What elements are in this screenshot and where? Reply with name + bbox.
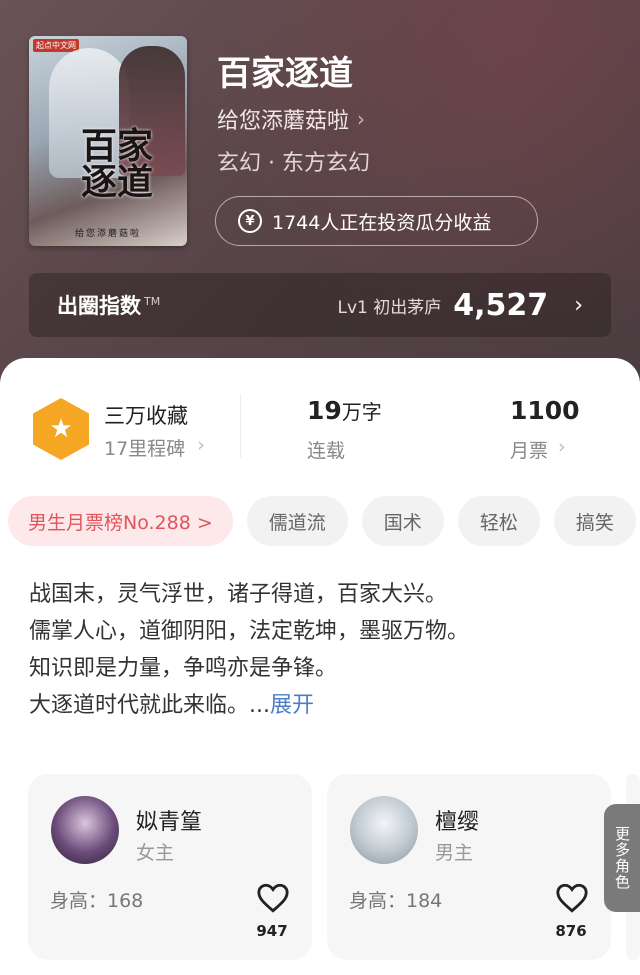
chevron-right-icon: ›: [197, 434, 205, 456]
heart-icon[interactable]: [256, 882, 290, 914]
circle-index-level: Lv1 初出茅庐: [337, 297, 442, 318]
book-description: 战国末，灵气浮世，诸子得道，百家大兴。 儒掌人心，道御阴阳，法定乾坤，墨驱万物。…: [29, 576, 619, 724]
book-cover[interactable]: 起点中文网 百家逐道 给您添蘑菇啦: [29, 36, 187, 246]
author-name: 给您添蘑菇啦: [217, 109, 350, 134]
book-info-sheet: ★ 三万收藏 17里程碑 › 19万字 连载 1100 月票 › 男生月票榜No…: [0, 358, 640, 975]
book-genre: 玄幻 · 东方玄幻: [217, 151, 370, 176]
description-line: 战国末，灵气浮世，诸子得道，百家大兴。: [29, 582, 448, 607]
character-avatar: [350, 796, 418, 864]
character-name: 姒青篁: [136, 810, 203, 835]
character-likes: 876: [555, 922, 587, 940]
circle-index-label: 出圈指数 TM: [57, 294, 161, 318]
cover-author-text: 给您添蘑菇啦: [75, 229, 142, 239]
circle-index-score: 4,527: [453, 287, 549, 323]
collect-count: 三万收藏: [104, 404, 188, 428]
tag-item[interactable]: 儒道流: [246, 496, 348, 546]
description-line: 大逐道时代就此来临。...展开: [29, 693, 314, 718]
character-role: 男主: [435, 842, 474, 864]
trademark-mark: TM: [144, 295, 161, 308]
publisher-badge: 起点中文网: [33, 39, 79, 52]
serial-status: 连载: [307, 440, 346, 462]
expand-link[interactable]: 展开: [270, 693, 314, 718]
invest-button[interactable]: ¥ 1744人正在投资瓜分收益: [215, 196, 538, 246]
character-height: 身高：184: [349, 890, 443, 912]
monthly-tickets-count: 1100: [510, 396, 580, 425]
monthly-tickets-label: 月票: [510, 440, 549, 462]
milestone-text: 17里程碑: [104, 438, 186, 460]
stats-divider: [240, 394, 241, 458]
tag-list: 男生月票榜No.288 > 儒道流 国术 轻松 搞笑: [8, 496, 640, 548]
star-icon: ★: [33, 398, 89, 460]
chevron-right-icon: ›: [558, 436, 566, 458]
description-line: 知识即是力量，争鸣亦是争锋。: [29, 656, 338, 681]
tag-item[interactable]: 搞笑: [553, 496, 636, 546]
yen-icon: ¥: [238, 209, 262, 233]
character-name: 檀缨: [435, 810, 480, 835]
chevron-right-icon: ›: [574, 292, 583, 318]
tag-item[interactable]: 国术: [361, 496, 444, 546]
monthly-tickets-link[interactable]: 月票 ›: [510, 436, 566, 463]
description-line: 儒掌人心，道御阴阳，法定乾坤，墨驱万物。: [29, 619, 470, 644]
character-height: 身高：168: [50, 890, 144, 912]
milestone-link[interactable]: 17里程碑 ›: [104, 434, 205, 461]
author-link[interactable]: 给您添蘑菇啦 ›: [217, 103, 365, 135]
tag-item[interactable]: 轻松: [457, 496, 540, 546]
character-avatar: [51, 796, 119, 864]
character-card[interactable]: 姒青篁 女主 身高：168 947: [28, 774, 312, 960]
tag-rank[interactable]: 男生月票榜No.288 >: [8, 496, 233, 546]
more-characters-button[interactable]: 更多角色: [604, 804, 640, 912]
circle-index-bar[interactable]: 出圈指数 TM Lv1 初出茅庐 4,527 ›: [29, 273, 611, 337]
heart-icon[interactable]: [555, 882, 589, 914]
character-role: 女主: [136, 842, 175, 864]
chevron-right-icon: ›: [357, 107, 366, 131]
word-count: 19万字: [307, 396, 382, 425]
cover-title-text: 百家逐道: [81, 125, 154, 203]
invest-text: 1744人正在投资瓜分收益: [272, 211, 492, 234]
book-title: 百家逐道: [217, 54, 353, 94]
character-likes: 947: [256, 922, 288, 940]
character-card[interactable]: 檀缨 男主 身高：184 876: [327, 774, 611, 960]
